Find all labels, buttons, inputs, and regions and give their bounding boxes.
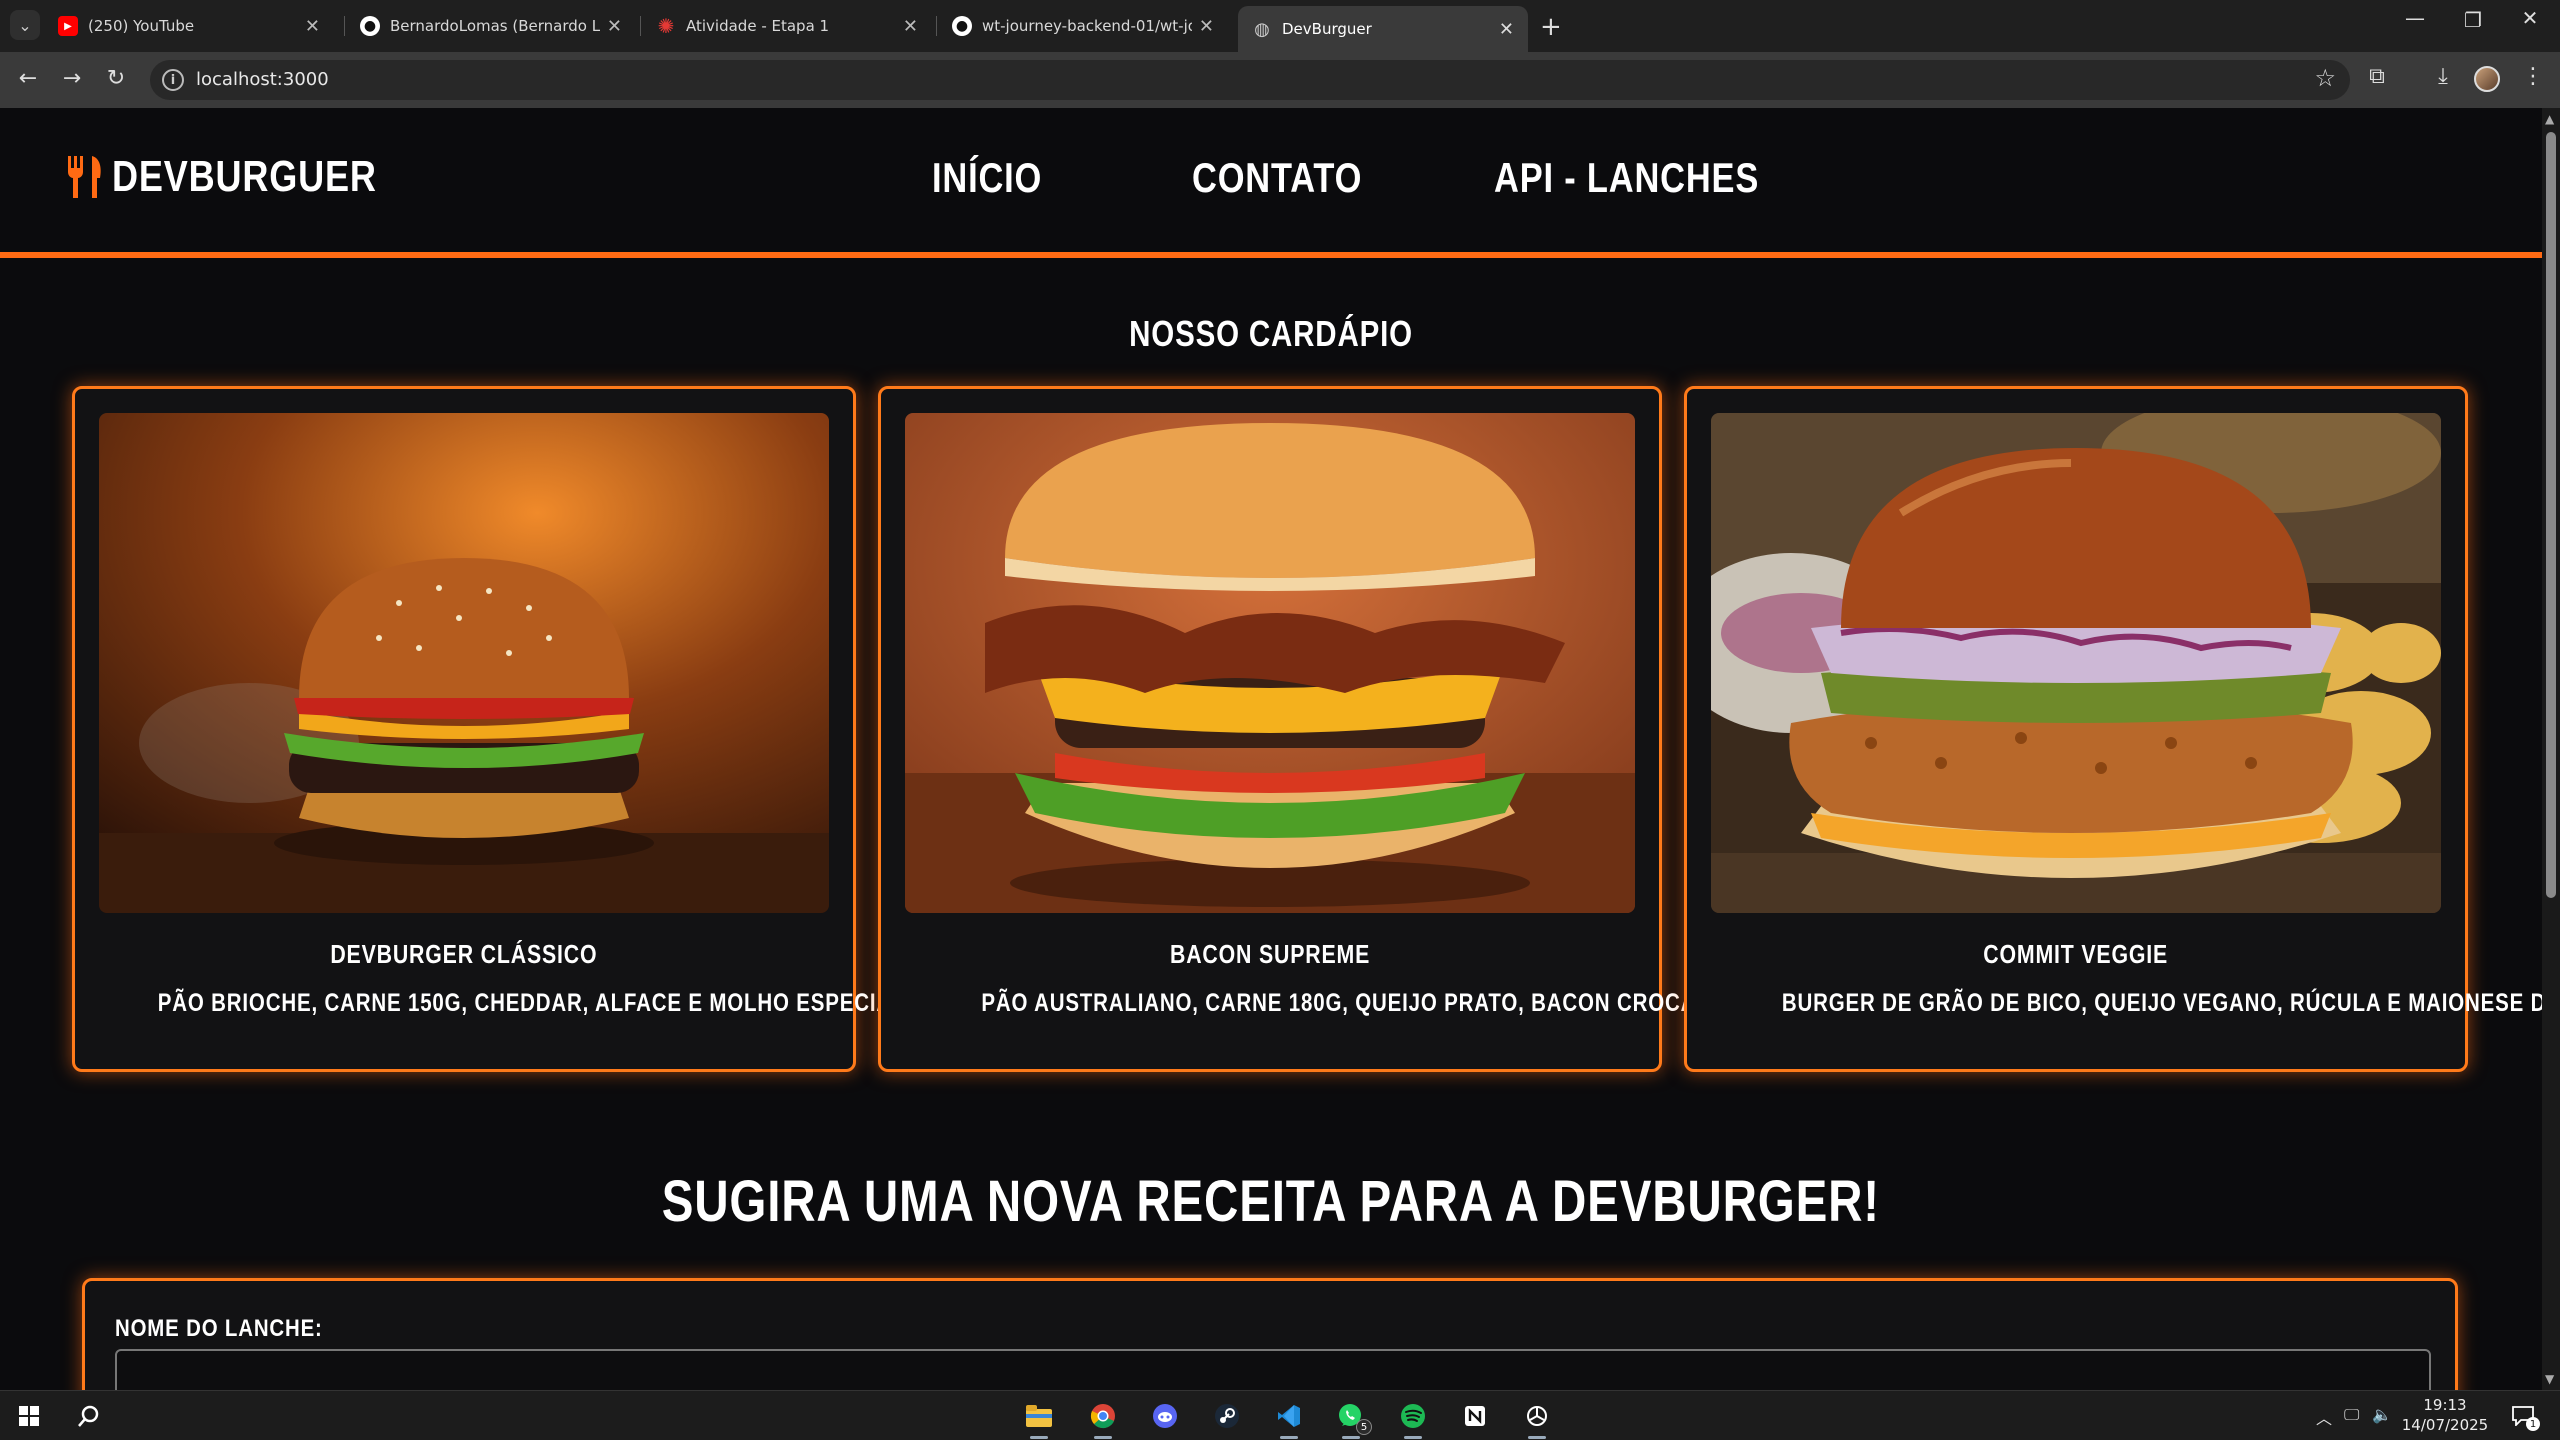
nav-contato[interactable]: CONTATO: [1192, 154, 1362, 202]
windows-start-icon[interactable]: [12, 1399, 46, 1433]
site-info-icon[interactable]: i: [162, 69, 184, 91]
youtube-icon: ▶: [58, 16, 78, 36]
restore-icon[interactable]: ❐: [2453, 8, 2493, 32]
reload-icon[interactable]: ↻: [102, 66, 130, 91]
volume-icon[interactable]: 🔈: [2372, 1405, 2392, 1424]
whatsapp-badge: 5: [1356, 1419, 1372, 1435]
download-icon[interactable]: ⤓: [2428, 64, 2458, 89]
profile-avatar[interactable]: [2474, 66, 2500, 92]
github-icon: ●: [952, 16, 972, 36]
tab-close-icon[interactable]: ✕: [607, 16, 622, 37]
github-icon: ●: [360, 16, 380, 36]
nav-inicio[interactable]: INÍCIO: [932, 154, 1042, 202]
bookmark-star-icon[interactable]: ☆: [2314, 64, 2336, 92]
globe-icon: ◍: [1254, 18, 1270, 40]
menu-card: BACON SUPREME PÃO AUSTRALIANO, CARNE 180…: [878, 386, 1897, 1072]
burger-bacon-image: [905, 413, 1635, 913]
suggest-form: NOME DO LANCHE:: [82, 1278, 2458, 1390]
site-header: DEVBURGUER INÍCIO CONTATO API - LANCHES: [0, 108, 2542, 258]
address-bar[interactable]: i localhost:3000 ☆: [150, 60, 2350, 100]
more-menu-icon[interactable]: ⋮: [2518, 64, 2548, 89]
burger-classico-image: [99, 413, 829, 913]
tab-close-icon[interactable]: ✕: [903, 16, 918, 37]
tab-devburguer[interactable]: ◍ DevBurguer ✕: [1238, 6, 1528, 52]
tab-close-icon[interactable]: ✕: [305, 16, 320, 37]
tab-close-icon[interactable]: ✕: [1199, 16, 1214, 37]
notifications-icon[interactable]: 1: [2506, 1399, 2540, 1433]
menu-item-description: BURGER DE GRÃO DE BICO, QUEIJO VEGANO, R…: [1781, 989, 2542, 1017]
scrollbar-thumb[interactable]: [2546, 132, 2556, 898]
nav-api-lanches[interactable]: API - LANCHES: [1494, 154, 1759, 202]
url-text: localhost:3000: [196, 69, 329, 90]
minimize-icon[interactable]: —: [2395, 6, 2435, 30]
whatsapp-icon[interactable]: 5: [1334, 1399, 1372, 1439]
menu-item-description: PÃO BRIOCHE, CARNE 150G, CHEDDAR, ALFACE…: [157, 989, 912, 1017]
forward-icon[interactable]: →: [58, 66, 86, 91]
tab-search-chevron-icon[interactable]: ⌄: [10, 10, 40, 40]
chatgpt-icon[interactable]: [1520, 1399, 1554, 1439]
utensils-icon: [68, 156, 101, 198]
discord-icon[interactable]: [1148, 1399, 1182, 1433]
system-clock[interactable]: 19:13 14/07/2025: [2400, 1395, 2490, 1435]
menu-item-name: DEVBURGER CLÁSSICO: [330, 939, 598, 969]
scroll-up-icon[interactable]: ▲: [2545, 112, 2554, 126]
tab-title: wt-journey-backend-01/wt-journey: [982, 17, 1192, 35]
notion-icon[interactable]: [1458, 1399, 1492, 1433]
page-scrollbar[interactable]: ▲ ▼: [2542, 108, 2560, 1390]
vscode-icon[interactable]: [1272, 1399, 1306, 1439]
steam-icon[interactable]: [1210, 1399, 1244, 1433]
clock-time: 19:13: [2423, 1396, 2467, 1414]
menu-card: DEVBURGER CLÁSSICO PÃO BRIOCHE, CARNE 15…: [72, 386, 912, 1072]
network-icon[interactable]: 🖵: [2344, 1405, 2359, 1425]
spotify-icon[interactable]: [1396, 1399, 1430, 1439]
notification-count: 1: [2526, 1417, 2540, 1431]
tab-title: (250) YouTube: [88, 17, 195, 35]
nome-do-lanche-label: NOME DO LANCHE:: [115, 1315, 323, 1342]
menu-card: COMMIT VEGGIE BURGER DE GRÃO DE BICO, QU…: [1684, 386, 2542, 1072]
browser-toolbar: ← → ↻ i localhost:3000 ☆ ⧉ ⤓ ⋮: [0, 52, 2560, 108]
tab-title: Atividade - Etapa 1: [686, 17, 830, 35]
tab-title: DevBurguer: [1282, 20, 1372, 38]
tab-close-icon[interactable]: ✕: [1499, 19, 1514, 40]
tray-chevron-up-icon[interactable]: ︿: [2316, 1405, 2332, 1429]
tab-atividade[interactable]: ✺ Atividade - Etapa 1 ✕: [642, 6, 932, 46]
back-icon[interactable]: ←: [14, 66, 42, 91]
menu-item-description: PÃO AUSTRALIANO, CARNE 180G, QUEIJO PRAT…: [981, 989, 1897, 1017]
suggest-title: SUGIRA UMA NOVA RECEITA PARA A DEVBURGER…: [661, 1169, 1881, 1234]
menu-item-name: BACON SUPREME: [1169, 939, 1371, 969]
menu-item-name: COMMIT VEGGIE: [1983, 939, 2169, 969]
chrome-icon[interactable]: [1086, 1399, 1120, 1439]
tab-github-profile[interactable]: ● BernardoLomas (Bernardo Lomas) ✕: [346, 6, 636, 46]
page-viewport: DEVBURGUER INÍCIO CONTATO API - LANCHES …: [0, 108, 2542, 1390]
new-tab-icon[interactable]: +: [1540, 12, 1562, 42]
menu-title: NOSSO CARDÁPIO: [1129, 313, 1413, 354]
nome-do-lanche-input[interactable]: [115, 1349, 2431, 1390]
tab-title: BernardoLomas (Bernardo Lomas): [390, 17, 600, 35]
extensions-icon[interactable]: ⧉: [2362, 64, 2392, 89]
browser-tab-bar: ⌄ ▶ (250) YouTube ✕ ● BernardoLomas (Ber…: [0, 0, 2560, 52]
site-logo[interactable]: DEVBURGUER: [66, 152, 435, 202]
clock-date: 14/07/2025: [2401, 1416, 2489, 1434]
search-icon[interactable]: [72, 1399, 106, 1433]
scroll-down-icon[interactable]: ▼: [2545, 1372, 2554, 1386]
os-taskbar: 5 ︿ 🖵 🔈 19:13 14/07/2025 1: [0, 1390, 2560, 1440]
brand-name: DEVBURGUER: [112, 152, 377, 201]
close-window-icon[interactable]: ✕: [2510, 6, 2550, 30]
activity-icon: ✺: [657, 14, 675, 38]
tab-github-repo[interactable]: ● wt-journey-backend-01/wt-journey ✕: [938, 6, 1228, 46]
file-explorer-icon[interactable]: [1022, 1399, 1056, 1439]
tab-youtube[interactable]: ▶ (250) YouTube ✕: [44, 6, 334, 46]
burger-veggie-image: [1711, 413, 2441, 913]
